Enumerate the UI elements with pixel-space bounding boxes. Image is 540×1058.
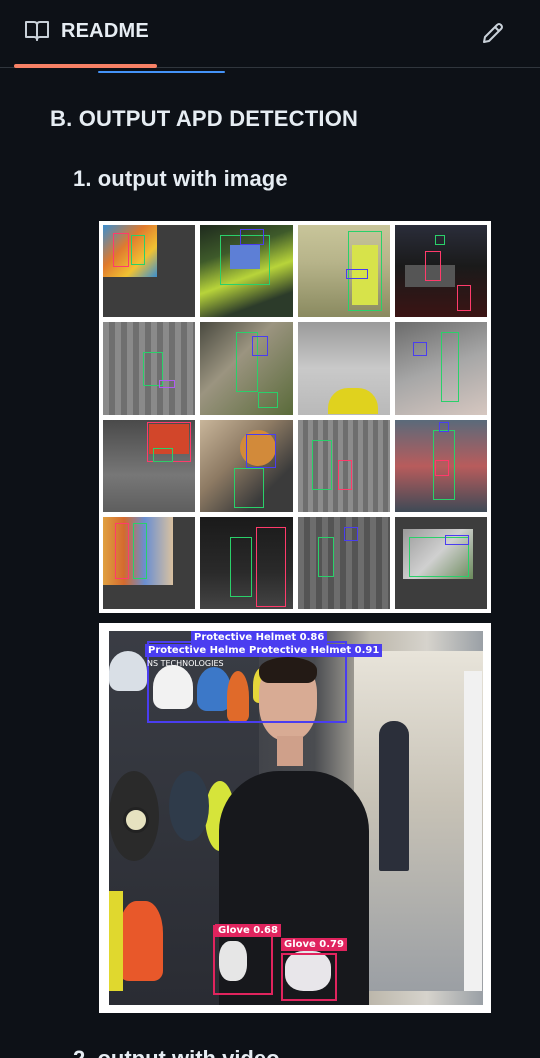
mosaic-tile	[200, 516, 293, 609]
mosaic-tile	[297, 516, 390, 609]
subsection-heading: 1. output with image	[73, 166, 288, 191]
next-subsection-heading: 2. output with video	[73, 1046, 280, 1058]
active-tab-indicator	[14, 64, 157, 68]
mosaic-tile	[394, 419, 487, 512]
mosaic-tile	[297, 322, 390, 415]
detection-label: Protective Helmet 0.86	[191, 631, 328, 644]
detection-label: Protective Helmet 0.91	[246, 644, 383, 657]
mosaic-tile	[200, 419, 293, 512]
readme-tabbar: README	[0, 0, 540, 68]
mosaic-tile	[297, 225, 390, 318]
mosaic-tile	[103, 322, 196, 415]
mosaic-tile	[103, 516, 196, 609]
detection-photo-image[interactable]: Protective Helmet 0.86 Protective Helme …	[99, 623, 491, 1013]
toc-indicator	[98, 71, 225, 73]
detection-label: Protective Helme	[145, 644, 249, 657]
tab-readme-label: README	[61, 20, 149, 42]
mosaic-tile	[200, 322, 293, 415]
detection-box-glove	[281, 953, 337, 1001]
mosaic-tile	[394, 322, 487, 415]
store-logo: NS TECHNOLOGIES	[147, 659, 224, 668]
detection-label: Glove 0.68	[215, 924, 281, 937]
detection-mosaic-image[interactable]	[99, 221, 491, 613]
detection-label: Glove 0.79	[281, 938, 347, 951]
detection-photo: Protective Helmet 0.86 Protective Helme …	[109, 631, 483, 1005]
pencil-icon[interactable]	[480, 20, 506, 46]
background-person	[379, 721, 409, 871]
book-icon	[25, 21, 49, 41]
mosaic-tile	[103, 225, 196, 318]
mosaic-tile	[200, 225, 293, 318]
section-heading: B. OUTPUT APD DETECTION	[50, 106, 359, 131]
mosaic-tile	[297, 419, 390, 512]
mosaic-tile	[394, 225, 487, 318]
mosaic-tile	[394, 516, 487, 609]
mosaic-tile	[103, 419, 196, 512]
